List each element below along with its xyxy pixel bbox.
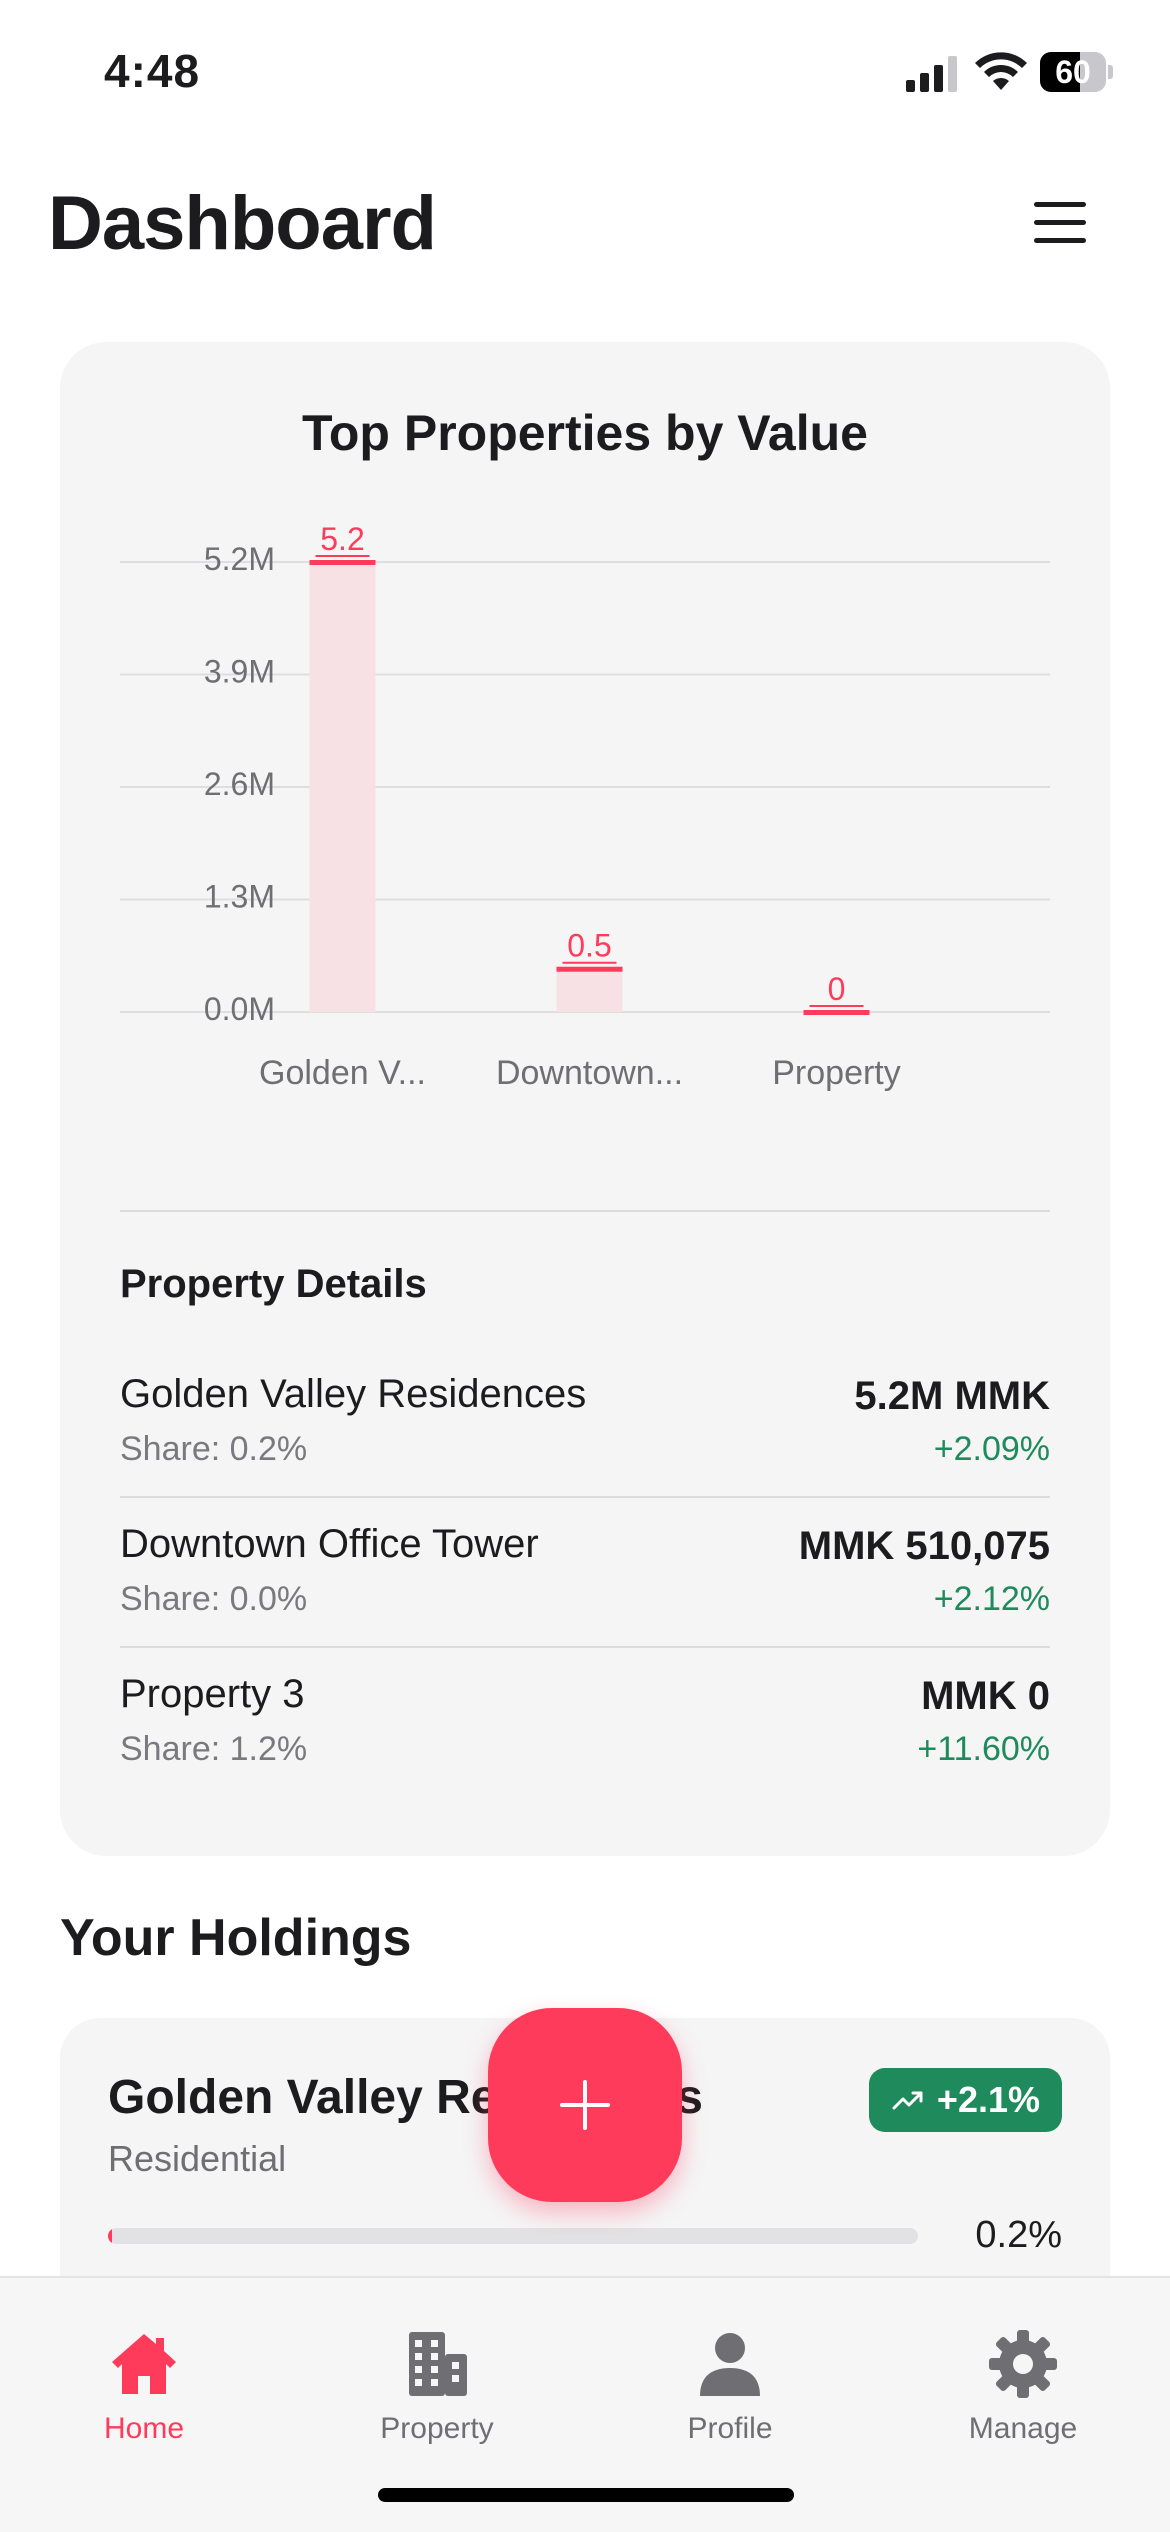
- chart-title: Top Properties by Value: [302, 405, 868, 461]
- divider: [120, 1646, 1050, 1648]
- holding-share: 0.2%: [975, 2214, 1062, 2256]
- status-bar: 4:48 60: [0, 0, 1170, 140]
- bar-top: [556, 966, 623, 972]
- divider: [120, 1210, 1050, 1212]
- trending-up-icon: [892, 2091, 923, 2110]
- bar-top: [803, 1010, 870, 1015]
- holdings-title: Your Holdings: [60, 1909, 412, 1967]
- change-badge-label: +2.1%: [936, 2079, 1040, 2120]
- property-value: 5.2M MMK: [854, 1374, 1050, 1418]
- add-button[interactable]: [488, 2008, 682, 2202]
- gear-icon: [989, 2330, 1057, 2398]
- x-tick-label: Property: [772, 1054, 901, 1092]
- status-time: 4:48: [104, 45, 201, 97]
- holding-type: Residential: [108, 2138, 287, 2179]
- bar-value-label: 0: [828, 971, 846, 1007]
- property-detail-row[interactable]: Downtown Office Tower Share: 0.0% MMK 51…: [120, 1522, 1050, 1672]
- app-screen: 4:48 60 Dashboard Top Properties by Valu…: [0, 0, 1170, 2532]
- y-tick-label: 1.3M: [204, 879, 275, 915]
- x-tick-label: Downtown...: [496, 1054, 683, 1092]
- property-share: Share: 0.0%: [120, 1580, 308, 1618]
- property-name: Golden Valley Residences: [120, 1372, 587, 1416]
- property-detail-row[interactable]: Golden Valley Residences Share: 0.2% 5.2…: [120, 1372, 1050, 1522]
- hamburger-menu-icon[interactable]: [1030, 200, 1090, 246]
- property-value: MMK 510,075: [798, 1524, 1050, 1568]
- bar: [556, 968, 623, 1012]
- bar-chart: 0.0M 1.3M 2.6M 3.9M 5.2M 5.2 Golden V... 0.5 Dow…: [120, 521, 1050, 1092]
- home-icon: [112, 2334, 176, 2394]
- tab-property[interactable]: Property: [337, 2328, 537, 2458]
- bar-value-label: 0.5: [567, 928, 611, 964]
- wifi-icon: [975, 52, 1027, 90]
- share-progress-bar: [108, 2228, 918, 2244]
- property-detail-row[interactable]: Property 3 Share: 1.2% MMK 0 +11.60%: [120, 1672, 1050, 1822]
- battery-icon: 60: [1040, 52, 1113, 92]
- tab-home[interactable]: Home: [44, 2328, 244, 2458]
- property-details-heading: Property Details: [120, 1262, 427, 1306]
- cellular-signal-icon: [906, 56, 957, 92]
- y-tick-label: 0.0M: [204, 991, 275, 1027]
- property-share: Share: 1.2%: [120, 1730, 308, 1768]
- share-progress-fill: [108, 2228, 112, 2244]
- property-value: MMK 0: [921, 1674, 1050, 1718]
- page-title: Dashboard: [48, 181, 437, 266]
- tab-profile[interactable]: Profile: [630, 2328, 830, 2458]
- tab-label: Home: [103, 2412, 185, 2445]
- divider: [120, 1496, 1050, 1498]
- y-tick-label: 3.9M: [204, 654, 275, 690]
- tab-label: Manage: [968, 2412, 1078, 2445]
- y-tick-label: 5.2M: [204, 541, 275, 577]
- bar-top: [309, 560, 376, 565]
- top-properties-card: Top Properties by Value 0.0M 1.3M 2.6M 3.9M…: [60, 342, 1110, 1856]
- change-badge: +2.1%: [868, 2068, 1062, 2132]
- x-tick-label: Golden V...: [259, 1054, 426, 1092]
- property-change: +2.09%: [933, 1430, 1050, 1468]
- home-indicator: [378, 2488, 794, 2502]
- property-change: +2.12%: [933, 1580, 1050, 1618]
- battery-level: 60: [1055, 54, 1091, 90]
- building-icon: [409, 2332, 467, 2396]
- tab-manage[interactable]: Manage: [923, 2328, 1123, 2458]
- tab-label: Profile: [687, 2412, 773, 2445]
- person-icon: [700, 2333, 760, 2396]
- property-share: Share: 0.2%: [120, 1430, 308, 1468]
- tab-label: Property: [380, 2412, 494, 2445]
- property-change: +11.60%: [917, 1730, 1050, 1768]
- property-name: Downtown Office Tower: [120, 1522, 539, 1566]
- bar: [309, 562, 376, 1012]
- y-tick-label: 2.6M: [204, 766, 275, 802]
- property-name: Property 3: [120, 1672, 305, 1716]
- bar-value-label: 5.2: [320, 521, 364, 557]
